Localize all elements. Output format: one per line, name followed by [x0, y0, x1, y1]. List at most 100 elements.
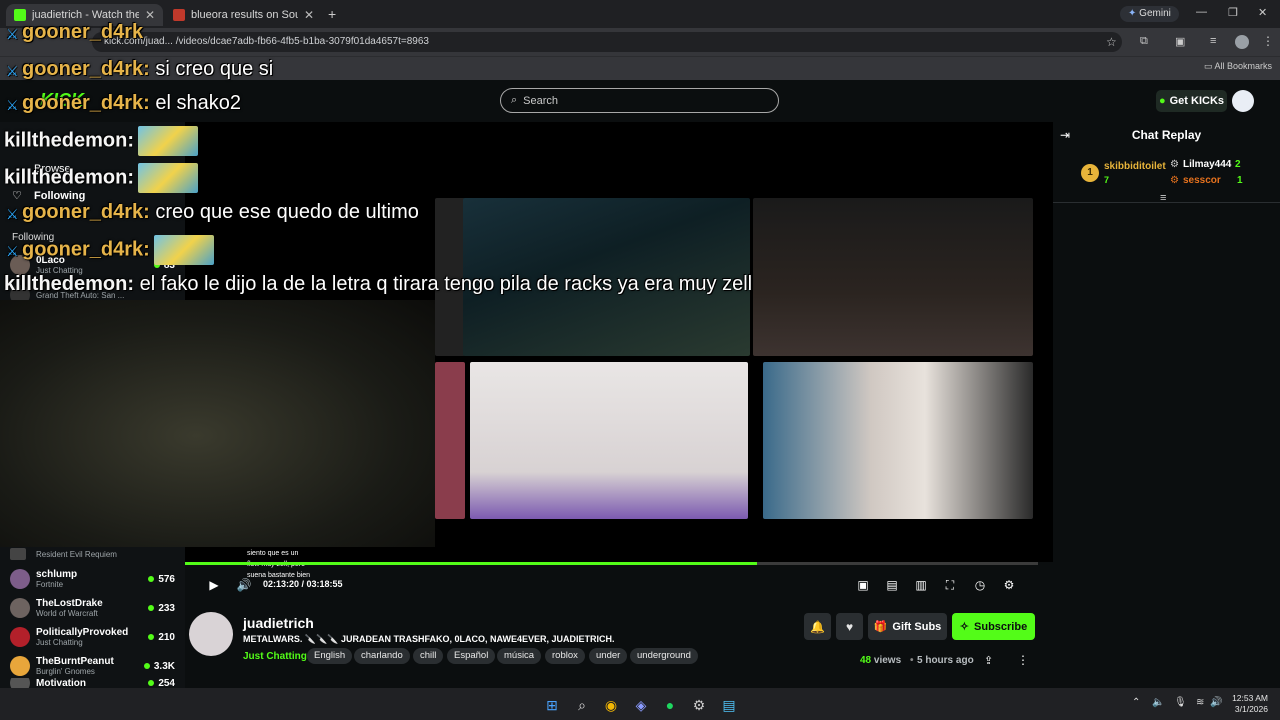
sidebar-channel-resident-evil[interactable]: Resident Evil Requiem: [10, 544, 175, 564]
clock-time: 12:53 AM: [1232, 693, 1268, 703]
top-gifter-name[interactable]: skibbiditoilet: [1104, 161, 1166, 172]
tag-chip[interactable]: roblox: [545, 648, 585, 664]
minimize-window-icon[interactable]: —: [1196, 6, 1207, 18]
subtitle-line: suena bastante bien: [247, 572, 311, 579]
video-tile-bottom-right: [763, 362, 1033, 519]
subscribe-button[interactable]: ✧ Subscribe: [952, 613, 1035, 640]
video-tile-top-right: [753, 198, 1033, 356]
tag-chip[interactable]: underground: [630, 648, 698, 664]
overlay-user: gooner_d4rk:: [22, 92, 150, 114]
notification-bell-button[interactable]: 🔔: [804, 613, 831, 640]
tab-soundcloud[interactable]: blueora results on SoundCloud ✕: [165, 4, 322, 26]
play-icon[interactable]: ▶: [206, 577, 222, 593]
speaker-tray-icon[interactable]: 🔈: [1152, 697, 1164, 708]
gemini-button[interactable]: ✦ Gemini: [1120, 6, 1179, 22]
overlay-chat-line: killthedemon: el fako le dijo la de la l…: [4, 273, 752, 296]
channel-name: schlump: [36, 569, 78, 580]
sidebar-channel-theburntpeanut[interactable]: TheBurntPeanut Burglin' Gnomes 3.3K: [10, 652, 175, 680]
live-dot-icon: [143, 663, 150, 669]
get-kicks-button[interactable]: ● Get KICKs: [1156, 90, 1227, 112]
tag-chip[interactable]: chill: [413, 648, 444, 664]
reading-list-icon[interactable]: ≡: [1210, 35, 1216, 47]
share-icon[interactable]: ⇪: [984, 654, 993, 667]
sidebar-channel-politicallyprovoked[interactable]: PoliticallyProvoked Just Chatting 210: [10, 623, 175, 651]
user-avatar[interactable]: [1232, 90, 1254, 112]
moderator-sword-icon: ⚔: [6, 96, 19, 113]
sidebar-channel-motivation[interactable]: Motivation 254: [10, 678, 175, 688]
gemini-icon: ✦: [1128, 8, 1140, 19]
avatar: [10, 569, 30, 589]
wifi-tray-icon[interactable]: ≋: [1196, 697, 1204, 708]
tag-chip[interactable]: Español: [447, 648, 496, 664]
overlay-chat-line: killthedemon:: [4, 126, 199, 156]
avatar: [10, 627, 30, 647]
all-bookmarks-button[interactable]: ▭ All Bookmarks: [1204, 61, 1272, 72]
bell-icon: 🔔: [810, 619, 825, 634]
steam-icon[interactable]: ⚙: [690, 696, 708, 714]
channel-avatar[interactable]: [189, 612, 233, 656]
views-count: 48 views: [860, 655, 901, 666]
search-icon[interactable]: ⌕: [573, 696, 591, 714]
tag-chip[interactable]: charlando: [354, 648, 410, 664]
close-tab-icon[interactable]: ✕: [304, 8, 314, 22]
overlay-chat-line: ⚔ gooner_d4rk: creo que ese quedo de ulti…: [6, 201, 419, 224]
close-window-icon[interactable]: ✕: [1258, 6, 1267, 19]
pip-icon[interactable]: ▥: [913, 577, 929, 593]
overlay-message: creo que ese quedo de ultimo: [155, 201, 419, 223]
time-display: 02:13:20 / 03:18:55: [263, 579, 343, 589]
views-number: 48: [860, 655, 872, 666]
volume-tray-icon[interactable]: 🔊: [1210, 697, 1222, 708]
fullscreen-icon[interactable]: ⛶: [942, 577, 958, 593]
views-label: views: [873, 655, 902, 666]
url-field[interactable]: kick.com/juad... /videos/dcae7adb-fb66-4…: [92, 32, 1122, 52]
system-clock[interactable]: 12:53 AM 3/1/2026: [1222, 693, 1268, 715]
category-link[interactable]: Just Chatting: [243, 651, 307, 662]
gifter-count: 2: [1235, 159, 1241, 170]
settings-gear-icon[interactable]: ⚙: [1001, 577, 1017, 593]
avatar: [10, 548, 26, 560]
sidebar-channel-thelostdrake[interactable]: TheLostDrake World of Warcraft 233: [10, 594, 175, 622]
extensions-icon[interactable]: ⧉: [1140, 35, 1148, 48]
seek-bar-progress: [185, 562, 757, 565]
cast-icon[interactable]: ▣: [1175, 35, 1185, 48]
theater-mode-icon[interactable]: ▤: [884, 577, 900, 593]
gifter-name[interactable]: sesscor: [1183, 175, 1221, 186]
close-tab-icon[interactable]: ✕: [145, 8, 155, 22]
playback-speed-icon[interactable]: ◷: [972, 577, 988, 593]
tab-title: blueora results on SoundCloud: [191, 9, 298, 21]
search-input[interactable]: ⌕ Search: [500, 88, 779, 113]
clip-icon[interactable]: ▣: [855, 577, 871, 593]
kick-coin-icon: ●: [1158, 95, 1166, 107]
gifter-count: 1: [1237, 175, 1243, 186]
subscribe-label: Subscribe: [974, 620, 1028, 633]
sidebar-channel-schlump[interactable]: schlump Fortnite 576: [10, 565, 175, 593]
tag-chip[interactable]: música: [497, 648, 542, 664]
tag-chip[interactable]: English: [307, 648, 353, 664]
menu-kebab-icon[interactable]: ⋮: [1262, 34, 1274, 48]
video-tile-bottom-left: [470, 362, 748, 519]
tray-chevron-icon[interactable]: ⌃: [1132, 697, 1140, 708]
spotify-icon[interactable]: ●: [661, 696, 679, 714]
restore-window-icon[interactable]: ❐: [1228, 6, 1238, 19]
mic-tray-icon[interactable]: 🎙: [1174, 697, 1187, 708]
profile-avatar[interactable]: [1235, 35, 1249, 49]
gift-subs-button[interactable]: 🎁 Gift Subs: [868, 613, 947, 640]
tag-chip[interactable]: under: [589, 648, 628, 664]
notepad-icon[interactable]: ▤: [720, 696, 738, 714]
bookmark-star-icon[interactable]: ☆: [1106, 35, 1117, 49]
more-options-icon[interactable]: ⋮: [1017, 653, 1029, 667]
channel-category: Burglin' Gnomes: [36, 667, 95, 676]
chrome-icon[interactable]: ◉: [602, 696, 620, 714]
overlay-user: killthedemon:: [4, 129, 135, 152]
gifter-name[interactable]: Lilmay444: [1183, 159, 1231, 170]
channel-name[interactable]: juadietrich: [243, 615, 314, 631]
overlay-chat-line: killthedemon:: [4, 163, 199, 193]
start-icon[interactable]: ⊞: [543, 696, 561, 714]
discord-icon[interactable]: ◈: [632, 696, 650, 714]
soundcloud-favicon-icon: [173, 9, 185, 21]
volume-icon[interactable]: 🔊: [236, 577, 252, 593]
new-tab-button[interactable]: +: [328, 6, 336, 22]
channel-name: PoliticallyProvoked: [36, 627, 129, 638]
follow-button[interactable]: ♥: [836, 613, 863, 640]
gift-icon: ⚙: [1170, 175, 1179, 186]
